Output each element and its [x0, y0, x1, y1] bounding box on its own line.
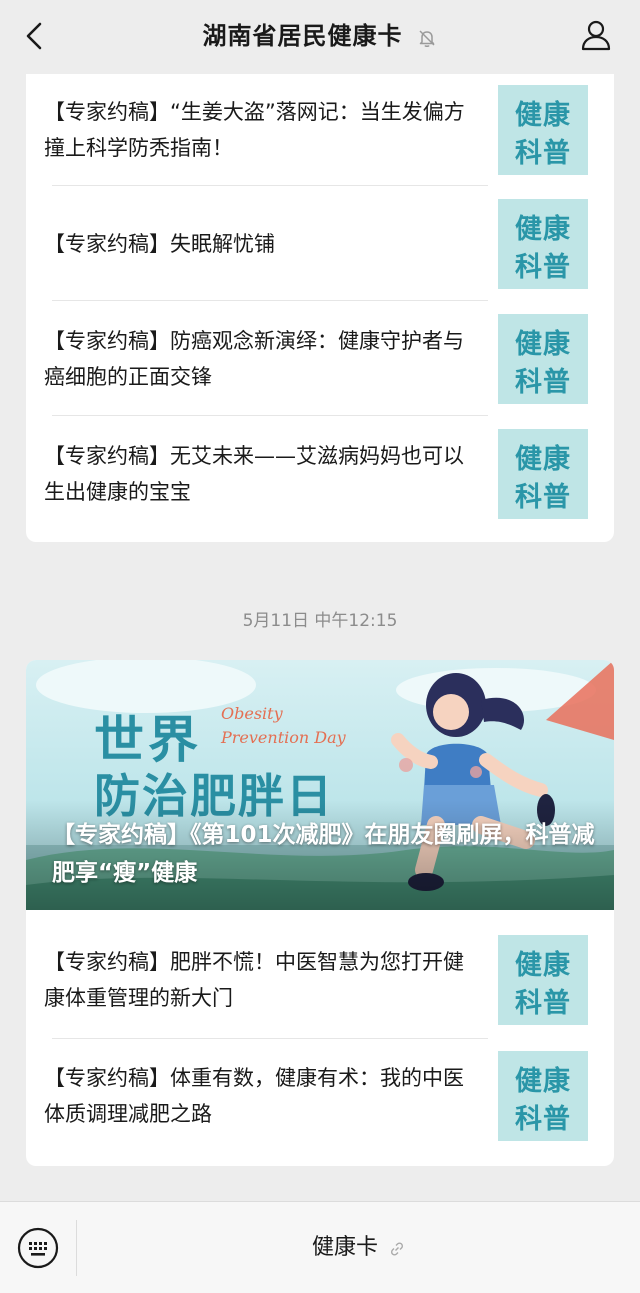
menu-item-health-card[interactable]: 健康卡	[77, 1202, 640, 1293]
user-icon	[581, 20, 611, 51]
thumbnail-text: 健康	[515, 328, 571, 360]
thumbnail-text: 健康	[515, 99, 571, 131]
thumbnail-text: 科普	[515, 987, 571, 1019]
article-group-card: 世界 防治肥胖日 Obesity Prevention Day 【专家约稿】《第…	[26, 660, 614, 1166]
article-item[interactable]: 【专家约稿】“生姜大盗”落网记：当生发偏方撞上科学防秃指南！ 健康 科普	[26, 74, 614, 187]
article-item[interactable]: 【专家约稿】防癌观念新演绎：健康守护者与癌细胞的正面交锋 健康 科普	[26, 301, 614, 416]
thumbnail-text: 科普	[515, 481, 571, 513]
article-item[interactable]: 【专家约稿】体重有数，健康有术：我的中医体质调理减肥之路 健康 科普	[26, 1038, 614, 1153]
article-title: 【专家约稿】失眠解忧铺	[44, 231, 275, 256]
bottom-menu-bar: 健康卡	[0, 1201, 640, 1293]
thumbnail-text: 科普	[515, 366, 571, 398]
keyboard-icon	[17, 1227, 59, 1269]
article-thumbnail: 健康 科普	[498, 428, 588, 519]
article-thumbnail: 健康 科普	[498, 84, 588, 175]
thumbnail-text: 健康	[515, 443, 571, 475]
article-item[interactable]: 【专家约稿】肥胖不慌！中医智慧为您打开健康体重管理的新大门 健康 科普	[26, 922, 614, 1037]
thumbnail-text: 健康	[515, 213, 571, 245]
top-bar: 湖南省居民健康卡	[0, 0, 640, 72]
keyboard-toggle-button[interactable]	[16, 1226, 60, 1270]
link-icon	[391, 1241, 404, 1256]
banner-article-title: 【专家约稿】《第101次减肥》在朋友圈刷屏，科普减肥享“瘦”健康	[52, 822, 595, 886]
article-thumbnail: 健康 科普	[498, 934, 588, 1025]
article-item[interactable]: 【专家约稿】无艾未来——艾滋病妈妈也可以生出健康的宝宝 健康 科普	[26, 416, 614, 531]
article-title: 【专家约稿】肥胖不慌！中医智慧为您打开健康体重管理的新大门	[44, 949, 464, 1010]
bell-off-icon	[419, 29, 435, 47]
article-group-card: 【专家约稿】“生姜大盗”落网记：当生发偏方撞上科学防秃指南！ 健康 科普 【专家…	[26, 74, 614, 542]
header-title-area: 湖南省居民健康卡	[0, 18, 640, 54]
featured-article-banner[interactable]: 世界 防治肥胖日 Obesity Prevention Day 【专家约稿】《第…	[26, 660, 614, 910]
article-title: 【专家约稿】“生姜大盗”落网记：当生发偏方撞上科学防秃指南！	[44, 99, 465, 160]
message-timestamp: 5月11日 中午12:15	[242, 611, 398, 631]
banner-heading-en-1: Obesity	[221, 704, 283, 723]
thumbnail-text: 健康	[515, 949, 571, 981]
article-thumbnail: 健康 科普	[498, 198, 588, 289]
banner-heading-en-2: Prevention Day	[221, 728, 346, 747]
thumbnail-text: 科普	[515, 1103, 571, 1135]
article-title: 【专家约稿】无艾未来——艾滋病妈妈也可以生出健康的宝宝	[44, 443, 464, 504]
thumbnail-text: 健康	[515, 1065, 571, 1097]
profile-button[interactable]	[578, 17, 614, 53]
thumbnail-text: 科普	[515, 251, 571, 283]
article-thumbnail: 健康 科普	[498, 1050, 588, 1141]
menu-item-label: 健康卡	[311, 1235, 378, 1260]
article-item[interactable]: 【专家约稿】失眠解忧铺 健康 科普	[26, 186, 614, 301]
article-title: 【专家约稿】防癌观念新演绎：健康守护者与癌细胞的正面交锋	[44, 328, 464, 389]
article-thumbnail: 健康 科普	[498, 313, 588, 404]
page-title: 湖南省居民健康卡	[202, 22, 403, 50]
article-title: 【专家约稿】体重有数，健康有术：我的中医体质调理减肥之路	[44, 1065, 464, 1126]
thumbnail-text: 科普	[515, 137, 571, 169]
